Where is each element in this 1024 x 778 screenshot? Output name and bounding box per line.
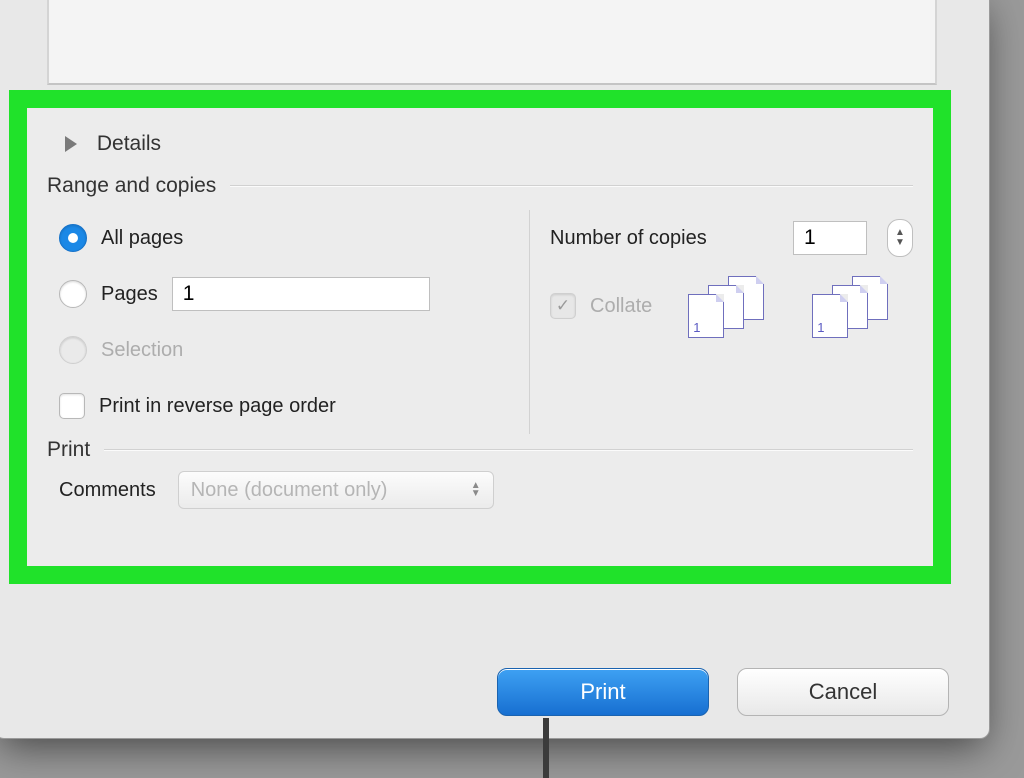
highlighted-region: Details Range and copies All pages Pages: [9, 90, 951, 584]
range-and-copies-title: Range and copies: [47, 174, 913, 198]
print-button[interactable]: Print: [497, 668, 709, 716]
comments-row: Comments None (document only): [47, 462, 913, 518]
pages-radio[interactable]: [59, 280, 87, 308]
print-dialog-window: Details Range and copies All pages Pages: [0, 0, 990, 739]
stepper-down-icon[interactable]: [895, 238, 905, 248]
reverse-order-label: Print in reverse page order: [99, 395, 336, 418]
details-label: Details: [97, 132, 161, 155]
pages-row[interactable]: Pages: [59, 266, 529, 322]
collate-label: Collate: [590, 295, 652, 318]
cancel-button[interactable]: Cancel: [737, 668, 949, 716]
range-and-copies-body: All pages Pages Selection Print in rever…: [47, 210, 913, 434]
comments-label: Comments: [59, 479, 156, 502]
details-disclosure[interactable]: Details: [47, 122, 913, 160]
upper-panel-placeholder: [47, 0, 937, 85]
comments-dropdown[interactable]: None (document only): [178, 471, 494, 509]
section-rule: [104, 449, 913, 451]
print-button-label: Print: [580, 679, 625, 705]
copies-label: Number of copies: [550, 227, 707, 250]
pages-input[interactable]: [172, 277, 430, 311]
section-rule: [230, 185, 913, 187]
disclosure-triangle-icon: [65, 136, 77, 152]
range-left-column: All pages Pages Selection Print in rever…: [47, 210, 529, 434]
cancel-button-label: Cancel: [809, 679, 877, 705]
collate-stack-2: 3 2 1: [812, 276, 896, 336]
comments-value: None (document only): [191, 479, 388, 502]
copies-input[interactable]: [793, 221, 867, 255]
range-title-text: Range and copies: [47, 174, 216, 198]
all-pages-label: All pages: [101, 227, 183, 250]
print-title-text: Print: [47, 438, 90, 462]
selection-radio: [59, 336, 87, 364]
pages-label: Pages: [101, 283, 158, 306]
reverse-order-row[interactable]: Print in reverse page order: [59, 378, 529, 434]
dialog-button-bar: Print Cancel: [497, 668, 949, 716]
copies-row: Number of copies: [550, 210, 913, 266]
page-number: 1: [693, 320, 700, 335]
shadow-strip: [543, 718, 549, 778]
print-section-title: Print: [47, 438, 913, 462]
reverse-order-checkbox[interactable]: [59, 393, 85, 419]
dropdown-arrows-icon: [471, 482, 481, 498]
range-right-column: Number of copies Collate 3 2: [529, 210, 913, 434]
copies-stepper[interactable]: [887, 219, 913, 257]
collate-checkbox: [550, 293, 576, 319]
collate-row: Collate 3 2 1 3 2 1: [550, 266, 913, 346]
selection-row: Selection: [59, 322, 529, 378]
selection-label: Selection: [101, 339, 183, 362]
collate-stack-1: 3 2 1: [688, 276, 772, 336]
collate-illustration: 3 2 1 3 2 1: [688, 276, 896, 336]
all-pages-row[interactable]: All pages: [59, 210, 529, 266]
page-number: 1: [817, 320, 824, 335]
all-pages-radio[interactable]: [59, 224, 87, 252]
